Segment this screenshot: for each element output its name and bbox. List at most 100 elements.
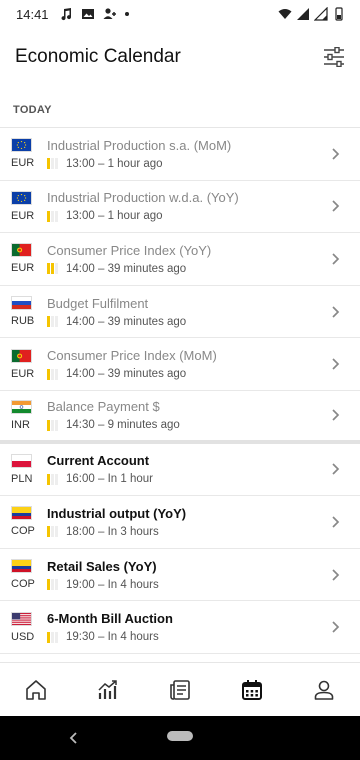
flag-column: EUR <box>11 348 47 380</box>
event-time: 13:00 – 1 hour ago <box>66 210 163 223</box>
section-label: TODAY <box>0 92 360 128</box>
flag-column: PLN <box>11 453 47 485</box>
back-icon[interactable] <box>64 728 84 748</box>
impact-bar <box>51 316 54 328</box>
impact-bar <box>55 579 58 591</box>
bottom-nav <box>0 662 360 716</box>
event-row[interactable]: COP Retail Sales (YoY) 19:00 – In 4 hour… <box>0 549 360 602</box>
event-meta: 13:00 – 1 hour ago <box>47 158 324 170</box>
impact-indicator <box>47 526 58 538</box>
dot-icon <box>124 12 129 16</box>
flag-column: INR <box>11 399 47 431</box>
impact-bar <box>51 419 54 431</box>
chevron-right-icon <box>324 194 348 218</box>
chevron-right-icon <box>324 510 348 534</box>
impact-indicator <box>47 263 58 275</box>
event-info: 6-Month Bill Auction 19:30 – In 4 hours <box>47 611 324 643</box>
event-name: Balance Payment $ <box>47 399 160 415</box>
event-row[interactable]: COP Industrial output (YoY) 18:00 – In 3… <box>0 496 360 549</box>
impact-indicator <box>47 631 58 643</box>
impact-bar <box>55 526 58 538</box>
event-row[interactable]: EUR Industrial Production w.d.a. (YoY) 1… <box>0 181 360 234</box>
flag-eu-icon <box>11 190 32 205</box>
app-header: Economic Calendar <box>0 28 360 86</box>
event-row[interactable]: EUR Consumer Price Index (MoM) 14:00 – 3… <box>0 338 360 391</box>
nav-home[interactable] <box>16 670 56 710</box>
event-row[interactable]: USD 6-Month Bill Auction 19:30 – In 4 ho… <box>0 601 360 654</box>
page-title: Economic Calendar <box>15 46 181 67</box>
chevron-right-icon <box>324 563 348 587</box>
impact-indicator <box>47 579 58 591</box>
sliders-icon <box>324 47 344 67</box>
event-meta: 13:00 – 1 hour ago <box>47 210 324 222</box>
event-info: Industrial output (YoY) 18:00 – In 3 hou… <box>47 506 324 538</box>
event-list: EUR Industrial Production s.a. (MoM) 13:… <box>0 128 360 654</box>
event-meta: 16:00 – In 1 hour <box>47 473 324 485</box>
chevron-right-icon <box>324 142 348 166</box>
flag-in-icon <box>11 399 32 414</box>
status-bar: 14:41 <box>0 0 360 28</box>
profile-icon <box>314 680 334 700</box>
chevron-right-icon <box>324 247 348 271</box>
impact-bar <box>47 473 50 485</box>
currency-code: EUR <box>11 367 35 380</box>
currency-code: INR <box>11 418 30 431</box>
impact-bar <box>55 631 58 643</box>
impact-bar <box>51 210 54 222</box>
nav-news[interactable] <box>160 670 200 710</box>
flag-pl-icon <box>11 453 32 468</box>
event-info: Retail Sales (YoY) 19:00 – In 4 hours <box>47 559 324 591</box>
event-row[interactable]: EUR Industrial Production s.a. (MoM) 13:… <box>0 128 360 181</box>
event-name: Industrial Production s.a. (MoM) <box>47 137 232 153</box>
flag-column: COP <box>11 559 47 590</box>
impact-indicator <box>47 473 58 485</box>
chevron-right-icon <box>324 352 348 376</box>
flag-ru-icon <box>11 296 32 311</box>
event-time: 19:30 – In 4 hours <box>66 631 159 644</box>
event-meta: 14:00 – 39 minutes ago <box>47 263 324 275</box>
home-icon <box>26 679 46 700</box>
event-info: Balance Payment $ 14:30 – 9 minutes ago <box>47 399 324 431</box>
filter-button[interactable] <box>320 43 348 71</box>
news-icon <box>170 679 190 700</box>
event-name: Retail Sales (YoY) <box>47 558 157 574</box>
event-time: 16:00 – In 1 hour <box>66 473 153 486</box>
event-info: Current Account 16:00 – In 1 hour <box>47 453 324 485</box>
impact-indicator <box>47 316 58 328</box>
impact-bar <box>47 579 50 591</box>
chevron-right-icon <box>324 300 348 324</box>
chevron-right-icon <box>324 615 348 639</box>
event-info: Consumer Price Index (MoM) 14:00 – 39 mi… <box>47 348 324 380</box>
impact-bar <box>51 263 54 275</box>
calendar-icon <box>242 679 262 700</box>
event-name: Industrial output (YoY) <box>47 505 187 521</box>
person-add-icon <box>103 8 116 19</box>
currency-code: PLN <box>11 472 33 485</box>
event-info: Industrial Production s.a. (MoM) 13:00 –… <box>47 138 324 170</box>
impact-bar <box>47 419 50 431</box>
event-info: Budget Fulfilment 14:00 – 39 minutes ago <box>47 296 324 328</box>
event-row[interactable]: INR Balance Payment $ 14:30 – 9 minutes … <box>0 391 360 444</box>
impact-bar <box>47 631 50 643</box>
chevron-right-icon <box>324 403 348 427</box>
nav-profile[interactable] <box>304 670 344 710</box>
event-info: Consumer Price Index (YoY) 14:00 – 39 mi… <box>47 243 324 275</box>
nav-markets[interactable] <box>88 670 128 710</box>
impact-bar <box>55 473 58 485</box>
event-name: 6-Month Bill Auction <box>47 611 173 627</box>
flag-column: EUR <box>11 243 47 274</box>
event-row[interactable]: PLN Current Account 16:00 – In 1 hour <box>0 444 360 497</box>
event-time: 14:00 – 39 minutes ago <box>66 368 187 381</box>
impact-bar <box>55 316 58 328</box>
impact-bar <box>51 473 54 485</box>
signal-icon <box>297 8 309 20</box>
event-meta: 18:00 – In 3 hours <box>47 526 324 538</box>
event-row[interactable]: EUR Consumer Price Index (YoY) 14:00 – 3… <box>0 233 360 286</box>
event-name: Current Account <box>47 453 150 469</box>
event-name: Industrial Production w.d.a. (YoY) <box>47 190 239 206</box>
event-time: 13:00 – 1 hour ago <box>66 157 163 170</box>
nav-calendar[interactable] <box>232 670 272 710</box>
home-pill[interactable] <box>167 731 193 741</box>
event-row[interactable]: RUB Budget Fulfilment 14:00 – 39 minutes… <box>0 286 360 339</box>
impact-indicator <box>47 158 58 170</box>
